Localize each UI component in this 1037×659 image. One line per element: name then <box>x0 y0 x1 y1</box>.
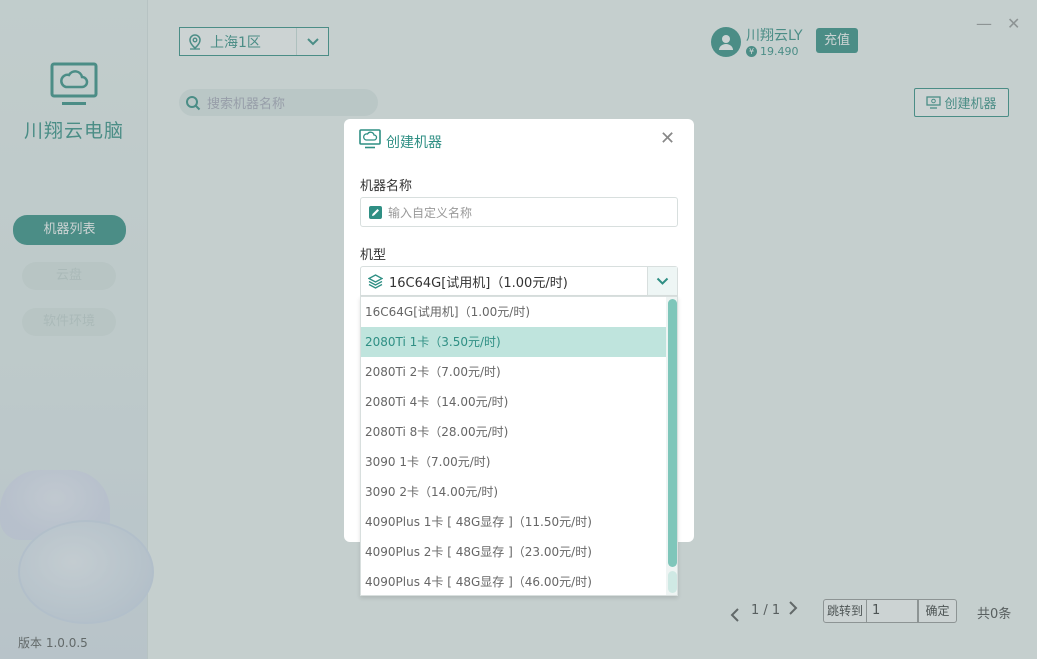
machine-type-label: 机型 <box>360 248 387 263</box>
dropdown-option[interactable]: 4090Plus 4卡 [ 48G显存 ]（46.00元/时) <box>361 567 666 595</box>
dropdown-option[interactable]: 2080Ti 1卡（3.50元/时) <box>361 327 666 357</box>
chevron-down-icon[interactable] <box>647 267 677 295</box>
dialog-title: 创建机器 <box>386 135 442 151</box>
scrollbar-thumb[interactable] <box>668 299 677 567</box>
scrollbar-track-end <box>668 571 677 593</box>
layers-icon <box>368 273 383 289</box>
machine-name-label: 机器名称 <box>360 179 413 194</box>
scrollbar[interactable] <box>666 297 677 595</box>
dropdown-option[interactable]: 4090Plus 2卡 [ 48G显存 ]（23.00元/时) <box>361 537 666 567</box>
machine-type-select[interactable]: 16C64G[试用机]（1.00元/时) <box>360 266 678 296</box>
machine-type-dropdown[interactable]: 16C64G[试用机]（1.00元/时) 2080Ti 1卡（3.50元/时) 20… <box>360 296 678 596</box>
dropdown-option[interactable]: 2080Ti 8卡（28.00元/时) <box>361 417 666 447</box>
dialog-close-icon[interactable]: ✕ <box>660 128 675 149</box>
dropdown-option[interactable]: 4090Plus 1卡 [ 48G显存 ]（11.50元/时) <box>361 507 666 537</box>
machine-name-placeholder: 输入自定义名称 <box>388 205 473 220</box>
dropdown-option[interactable]: 2080Ti 2卡（7.00元/时) <box>361 357 666 387</box>
dropdown-option[interactable]: 16C64G[试用机]（1.00元/时) <box>361 297 666 327</box>
edit-icon <box>369 205 382 219</box>
dropdown-option[interactable]: 3090 1卡（7.00元/时) <box>361 447 666 477</box>
dropdown-option[interactable]: 2080Ti 4卡（14.00元/时) <box>361 387 666 417</box>
machine-name-field[interactable]: 输入自定义名称 <box>360 197 678 227</box>
monitor-cloud-icon <box>359 129 381 149</box>
machine-type-value: 16C64G[试用机]（1.00元/时) <box>389 275 568 291</box>
dropdown-option[interactable]: 3090 2卡（14.00元/时) <box>361 477 666 507</box>
